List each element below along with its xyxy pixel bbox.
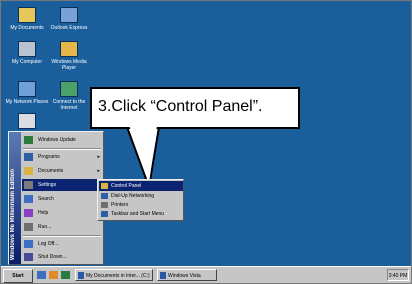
- desktop-icon-network-places[interactable]: My Network Places: [5, 81, 49, 105]
- start-menu: Windows Me Millennium Edition Windows Up…: [8, 131, 104, 265]
- desktop-icon-my-computer[interactable]: My Computer: [5, 41, 49, 65]
- sm-item-shut-down[interactable]: Shut Down...: [22, 251, 103, 263]
- window-icon: [160, 272, 166, 279]
- media-quicklaunch-icon[interactable]: [61, 271, 70, 279]
- callout-text: 3.Click “Control Panel”.: [98, 98, 263, 115]
- sm-item-settings[interactable]: Settings ▸: [22, 179, 103, 191]
- help-icon: [24, 209, 33, 217]
- sm-item-help[interactable]: Help: [22, 207, 103, 219]
- menu-separator: [23, 235, 101, 237]
- sm-item-documents[interactable]: Documents ▸: [22, 165, 103, 177]
- folder-icon: [78, 272, 84, 279]
- shut-down-icon: [24, 253, 33, 261]
- menu-separator: [23, 148, 101, 150]
- recycle-bin-icon: [18, 113, 36, 129]
- folder-icon: [18, 7, 36, 23]
- settings-submenu: Control Panel Dial-Up Networking Printer…: [97, 179, 184, 221]
- sm-item-programs[interactable]: Programs ▸: [22, 151, 103, 163]
- desktop: My Documents Outlook Express My Computer…: [0, 0, 412, 284]
- log-off-icon: [24, 240, 33, 248]
- start-button[interactable]: Start: [3, 269, 33, 283]
- sub-taskbar[interactable]: Taskbar and Start Menu: [99, 209, 183, 219]
- run-icon: [24, 223, 33, 231]
- desktop-icon-outlook-express[interactable]: Outlook Express: [47, 7, 91, 31]
- settings-icon: [24, 181, 33, 189]
- desktop-icon-media-player[interactable]: Windows Media Player: [47, 41, 91, 71]
- task-button-my-documents[interactable]: My Documents in Inter... (C:): [75, 269, 153, 281]
- dialup-icon: [101, 193, 108, 199]
- sm-item-search[interactable]: Search ▸: [22, 193, 103, 205]
- windows-update-icon: [24, 136, 33, 144]
- sm-item-log-off[interactable]: Log Off...: [22, 238, 103, 250]
- mail-icon: [60, 7, 78, 23]
- globe-icon: [60, 81, 78, 97]
- submenu-arrow-icon: ▸: [97, 168, 100, 174]
- taskbar-icon: [101, 211, 108, 217]
- instruction-callout: 3.Click “Control Panel”.: [90, 87, 300, 129]
- control-panel-icon: [101, 183, 108, 189]
- printer-icon: [101, 202, 108, 208]
- desktop-icon-recycle-bin[interactable]: [5, 113, 49, 131]
- desktop-quicklaunch-icon[interactable]: [37, 271, 46, 279]
- network-icon: [18, 81, 36, 97]
- computer-icon: [18, 41, 36, 57]
- sub-control-panel[interactable]: Control Panel: [99, 181, 183, 191]
- programs-icon: [24, 153, 33, 161]
- taskbar: Start My Documents in Inter... (C:) Wind…: [1, 266, 411, 283]
- search-icon: [24, 195, 33, 203]
- browser-quicklaunch-icon[interactable]: [49, 271, 58, 279]
- documents-icon: [24, 167, 33, 175]
- submenu-arrow-icon: ▸: [97, 154, 100, 160]
- start-menu-banner: Windows Me Millennium Edition: [9, 132, 21, 264]
- task-button-windows-vista[interactable]: Windows Vista: [157, 269, 217, 281]
- desktop-icon-connect-internet[interactable]: Connect to the Internet: [47, 81, 91, 111]
- sm-item-run[interactable]: Run...: [22, 221, 103, 233]
- system-tray-clock: 3:40 PM: [387, 269, 409, 281]
- desktop-icon-my-documents[interactable]: My Documents: [5, 7, 49, 31]
- sm-item-windows-update[interactable]: Windows Update: [22, 134, 103, 146]
- media-player-icon: [60, 41, 78, 57]
